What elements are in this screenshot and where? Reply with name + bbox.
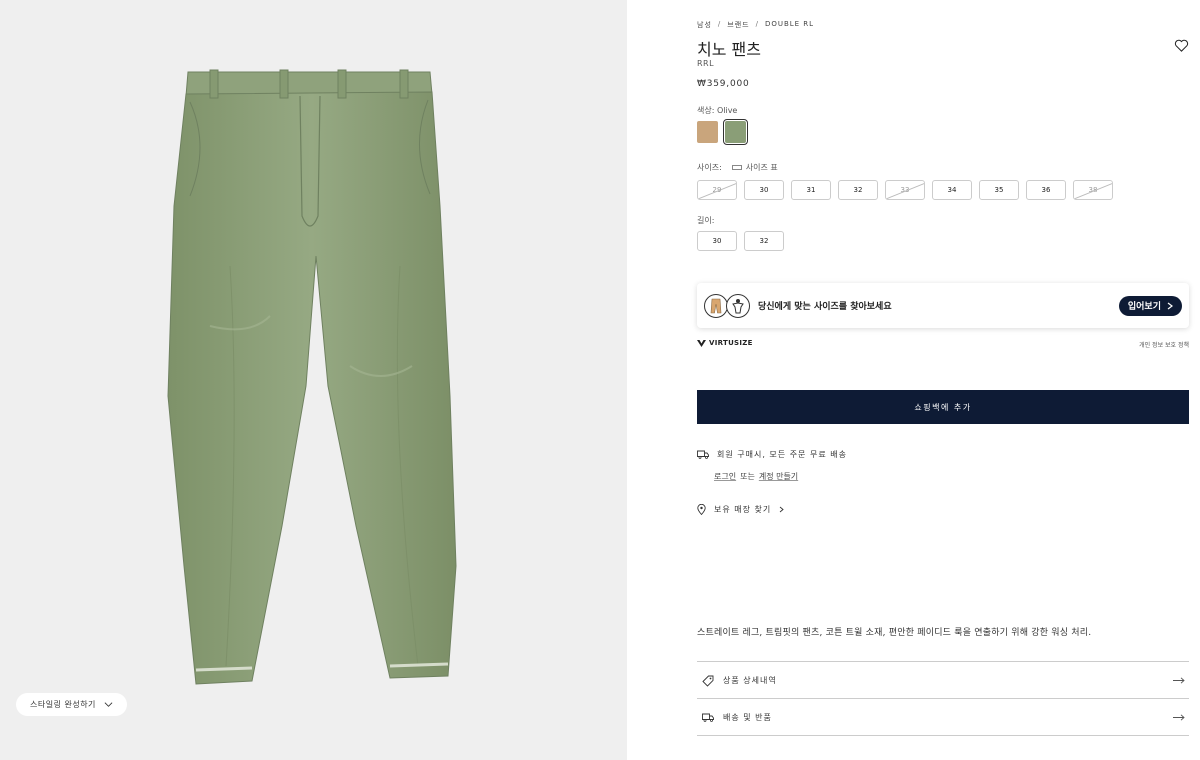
find-store-label: 보유 매장 찾기 bbox=[714, 505, 772, 514]
breadcrumb-separator: / bbox=[755, 20, 759, 28]
product-page: 스타일링 완성하기 남성 / 브랜드 / DOUBLE RL 치노 팬츠 RRL… bbox=[0, 0, 1200, 760]
size-label: 사이즈: bbox=[697, 163, 722, 172]
product-brand: RRL bbox=[697, 59, 715, 68]
shipping-text: 회원 구매시, 모든 주문 무료 배송 bbox=[717, 450, 847, 459]
breadcrumb-item-double-rl[interactable]: DOUBLE RL bbox=[765, 20, 814, 30]
tag-icon bbox=[702, 675, 714, 687]
body-icon bbox=[726, 293, 750, 318]
length-option[interactable]: 32 bbox=[744, 231, 784, 251]
virtusize-logo: VIRTUSIZE bbox=[697, 339, 753, 347]
try-on-label: 입어보기 bbox=[1127, 302, 1161, 312]
length-label: 길이: bbox=[697, 216, 715, 225]
ruler-icon bbox=[731, 165, 742, 170]
size-option[interactable]: 30 bbox=[744, 180, 784, 200]
breadcrumb: 남성 / 브랜드 / DOUBLE RL bbox=[697, 20, 814, 30]
breadcrumb-item-men[interactable]: 남성 bbox=[697, 20, 712, 30]
color-swatches bbox=[697, 119, 748, 145]
product-title: 치노 팬츠 bbox=[697, 40, 761, 59]
color-label: 색상: Olive bbox=[697, 106, 738, 115]
size-label-row: 사이즈: 사이즈 표 bbox=[697, 162, 778, 173]
virtusize-icons bbox=[704, 293, 750, 318]
size-options: 29 30 31 32 33 34 35 36 38 bbox=[697, 180, 1113, 200]
login-or-text: 또는 bbox=[740, 472, 755, 481]
product-price: ₩359,000 bbox=[697, 79, 750, 89]
shipping-info: 회원 구매시, 모든 주문 무료 배송 bbox=[697, 449, 847, 460]
chevron-right-icon bbox=[779, 506, 784, 513]
add-to-bag-button[interactable]: 쇼핑백에 추가 bbox=[697, 390, 1189, 424]
create-account-link[interactable]: 계정 만들기 bbox=[759, 471, 798, 482]
size-option[interactable]: 38 bbox=[1073, 180, 1113, 200]
virtusize-v-icon bbox=[697, 339, 706, 347]
virtusize-widget[interactable]: 당신에게 맞는 사이즈를 찾아보세요 입어보기 bbox=[697, 283, 1189, 328]
size-option[interactable]: 36 bbox=[1026, 180, 1066, 200]
length-options: 30 32 bbox=[697, 231, 784, 251]
styling-complete-label: 스타일링 완성하기 bbox=[30, 700, 96, 709]
size-option[interactable]: 31 bbox=[791, 180, 831, 200]
product-description: 스트레이트 레그, 트림핏의 팬츠, 코튼 트윌 소재, 편안한 페이디드 룩을… bbox=[697, 628, 1092, 638]
chevron-right-icon bbox=[1167, 302, 1173, 309]
length-option[interactable]: 30 bbox=[697, 231, 737, 251]
arrow-right-icon bbox=[1173, 677, 1185, 684]
find-store-link[interactable]: 보유 매장 찾기 bbox=[697, 504, 784, 515]
product-detail-panel: 남성 / 브랜드 / DOUBLE RL 치노 팬츠 RRL ₩359,000 … bbox=[697, 0, 1189, 760]
accordion-label: 상품 상세내역 bbox=[723, 676, 777, 685]
product-image-pane: 스타일링 완성하기 bbox=[0, 0, 627, 760]
color-swatch-olive[interactable] bbox=[723, 119, 748, 145]
breadcrumb-separator: / bbox=[717, 20, 722, 28]
size-option[interactable]: 33 bbox=[885, 180, 925, 200]
try-on-button[interactable]: 입어보기 bbox=[1118, 295, 1182, 316]
size-option[interactable]: 32 bbox=[838, 180, 878, 200]
login-row: 로그인 또는 계정 만들기 bbox=[714, 471, 798, 482]
size-guide-link[interactable]: 사이즈 표 bbox=[731, 162, 778, 173]
arrow-right-icon bbox=[1173, 713, 1185, 721]
accordion-shipping-returns[interactable]: 배송 및 반품 bbox=[697, 698, 1189, 736]
size-guide-label: 사이즈 표 bbox=[745, 163, 778, 172]
size-option[interactable]: 29 bbox=[697, 180, 737, 200]
truck-icon bbox=[702, 713, 714, 722]
privacy-policy-link[interactable]: 개인 정보 보호 정책 bbox=[1139, 340, 1189, 349]
chevron-down-icon bbox=[104, 702, 113, 707]
product-image-pants[interactable] bbox=[150, 66, 470, 691]
heart-icon[interactable] bbox=[1174, 38, 1189, 53]
accordion-product-details[interactable]: 상품 상세내역 bbox=[697, 661, 1189, 699]
location-pin-icon bbox=[697, 504, 706, 515]
pants-icon bbox=[704, 293, 728, 318]
virtusize-brand-text: VIRTUSIZE bbox=[709, 339, 753, 347]
styling-complete-button[interactable]: 스타일링 완성하기 bbox=[16, 693, 127, 716]
login-link[interactable]: 로그인 bbox=[714, 471, 736, 482]
size-option[interactable]: 34 bbox=[932, 180, 972, 200]
size-option[interactable]: 35 bbox=[979, 180, 1019, 200]
accordion-label: 배송 및 반품 bbox=[723, 712, 772, 722]
truck-icon bbox=[697, 450, 709, 459]
breadcrumb-item-brands[interactable]: 브랜드 bbox=[727, 20, 749, 30]
color-swatch-khaki[interactable] bbox=[697, 121, 718, 143]
virtusize-prompt: 당신에게 맞는 사이즈를 찾아보세요 bbox=[758, 302, 892, 312]
